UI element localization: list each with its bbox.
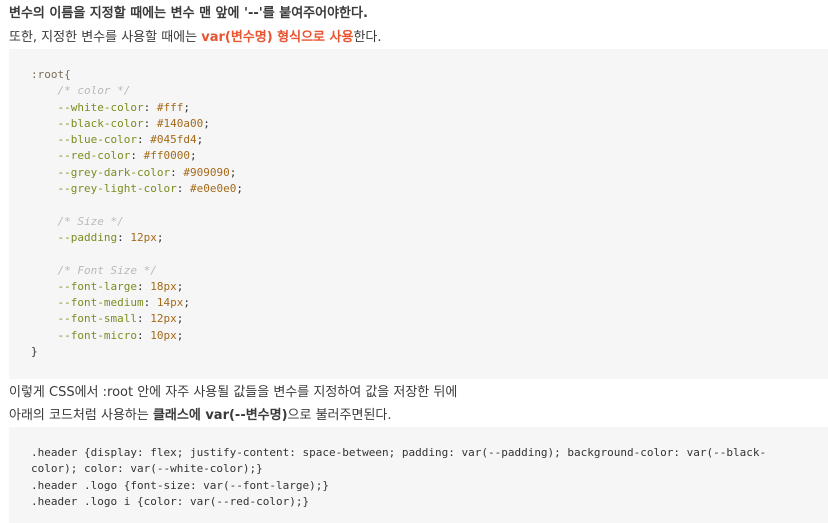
code-block-1[interactable]: :root{ /* color */ --white-color: #fff; … bbox=[9, 49, 828, 379]
code-comment-font: /* Font Size */ bbox=[57, 263, 157, 277]
para2-line2-prefix: 아래의 코드처럼 사용하는 bbox=[9, 408, 153, 423]
code-comment-size: /* Size */ bbox=[57, 214, 124, 228]
code-line: --white-color: #fff; bbox=[57, 100, 190, 114]
code-block-2-content: .header {display: flex; justify-content:… bbox=[31, 445, 766, 510]
para2-line1: 이렇게 CSS에서 :root 안에 자주 사용될 값들을 변수를 지정하여 값… bbox=[9, 385, 458, 400]
code-line: --font-large: 18px; bbox=[57, 279, 184, 293]
para1-line2-suffix: 한다. bbox=[353, 30, 382, 45]
code-block-1-content: :root{ /* color */ --white-color: #fff; … bbox=[31, 67, 243, 360]
para1-line2: 또한, 지정한 변수를 사용할 때에는 var(변수명) 형식으로 사용한다. bbox=[9, 29, 382, 47]
para2-line2: 아래의 코드처럼 사용하는 클래스에 var(--변수명)으로 불러주면된다. bbox=[9, 407, 392, 425]
para2-line2-bold: 클래스에 var(--변수명) bbox=[152, 408, 288, 423]
code-line: --padding: 12px; bbox=[57, 230, 164, 244]
code-line: --font-medium: 14px; bbox=[57, 296, 190, 310]
code-root-close: } bbox=[31, 345, 38, 359]
code-root-open: :root{ bbox=[31, 68, 71, 81]
code-block-2[interactable]: .header {display: flex; justify-content:… bbox=[9, 427, 828, 523]
code-line: --black-color: #140a00; bbox=[57, 116, 210, 130]
code-line: --red-color: #ff0000; bbox=[57, 149, 197, 163]
code-line: --grey-light-color: #e0e0e0; bbox=[57, 182, 243, 196]
code2-line1: .header {display: flex; justify-content:… bbox=[31, 446, 767, 459]
code-line: --font-small: 12px; bbox=[57, 312, 184, 326]
code-line: --grey-dark-color: #909090; bbox=[57, 165, 237, 179]
para2-line2-suffix: 으로 불러주면된다. bbox=[287, 408, 392, 423]
code2-line3: .header .logo {font-size: var(--font-lar… bbox=[31, 478, 330, 492]
para1-line2-prefix: 또한, 지정한 변수를 사용할 때에는 bbox=[9, 30, 202, 45]
code2-line4: .header .logo i {color: var(--red-color)… bbox=[31, 494, 310, 508]
code-line: --font-micro: 10px; bbox=[57, 328, 184, 342]
code-line: --blue-color: #045fd4; bbox=[57, 133, 204, 147]
para1-line2-highlight: var(변수명) 형식으로 사용 bbox=[201, 30, 354, 45]
code2-line2: color); color: var(--white-color);} bbox=[31, 462, 263, 476]
para1-line1: 변수의 이름을 지정할 때에는 변수 맨 앞에 '--'를 붙여주어야한다. bbox=[9, 6, 368, 21]
code-comment-color: /* color */ bbox=[57, 84, 131, 98]
